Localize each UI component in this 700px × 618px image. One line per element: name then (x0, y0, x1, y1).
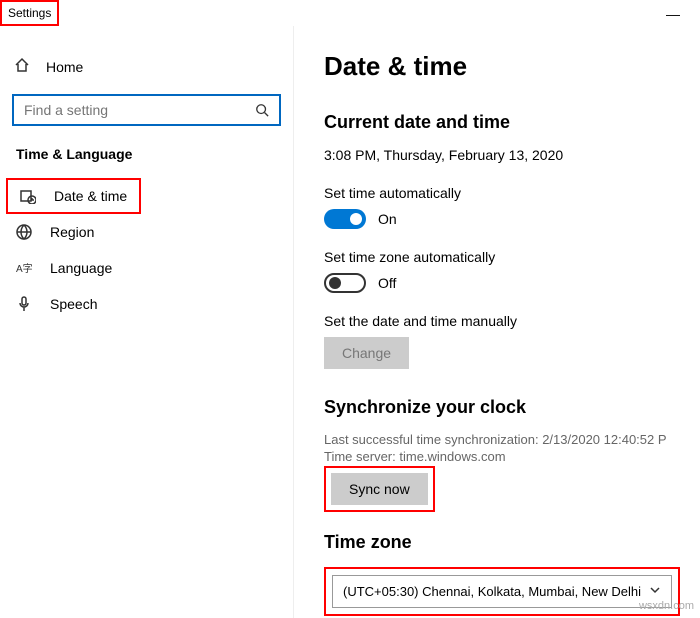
watermark: wsxdn.com (639, 600, 694, 612)
svg-text:A字: A字 (16, 262, 32, 275)
search-box[interactable] (12, 94, 281, 126)
window-title: Settings (0, 0, 59, 26)
language-icon: A字 (16, 260, 32, 276)
sidebar-item-label: Date & time (54, 188, 127, 204)
sidebar-item-label: Region (50, 224, 94, 240)
sidebar-item-date-time[interactable]: Date & time (6, 178, 141, 214)
main-panel: Date & time Current date and time 3:08 P… (293, 26, 700, 618)
auto-time-label: Set time automatically (324, 185, 680, 201)
home-icon (14, 57, 30, 76)
sidebar: Home Time & Language Date & time Region … (0, 26, 293, 618)
sidebar-item-region[interactable]: Region (10, 214, 283, 250)
auto-time-toggle[interactable] (324, 209, 366, 229)
section-current: Current date and time (324, 112, 680, 133)
sync-server: Time server: time.windows.com (324, 449, 680, 464)
auto-tz-state: Off (378, 275, 396, 291)
change-button[interactable]: Change (324, 337, 409, 369)
timezone-select[interactable]: (UTC+05:30) Chennai, Kolkata, Mumbai, Ne… (332, 575, 672, 608)
sync-now-button[interactable]: Sync now (331, 473, 428, 505)
page-title: Date & time (324, 51, 680, 82)
auto-tz-toggle[interactable] (324, 273, 366, 293)
timezone-value: (UTC+05:30) Chennai, Kolkata, Mumbai, Ne… (343, 584, 641, 599)
current-datetime: 3:08 PM, Thursday, February 13, 2020 (324, 147, 680, 163)
search-input[interactable] (24, 102, 255, 118)
auto-time-state: On (378, 211, 397, 227)
chevron-down-icon (649, 584, 661, 599)
tz-heading: Time zone (324, 532, 680, 553)
manual-label: Set the date and time manually (324, 313, 680, 329)
category-title: Time & Language (16, 146, 283, 162)
sidebar-home[interactable]: Home (10, 51, 283, 94)
sidebar-item-speech[interactable]: Speech (10, 286, 283, 322)
minimize-button[interactable]: — (666, 6, 680, 22)
sync-last: Last successful time synchronization: 2/… (324, 432, 680, 447)
microphone-icon (16, 296, 32, 312)
sidebar-item-label: Speech (50, 296, 97, 312)
auto-tz-label: Set time zone automatically (324, 249, 680, 265)
sidebar-item-label: Language (50, 260, 112, 276)
sidebar-item-language[interactable]: A字 Language (10, 250, 283, 286)
home-label: Home (46, 59, 83, 75)
search-icon (255, 103, 269, 117)
calendar-clock-icon (20, 188, 36, 204)
globe-icon (16, 224, 32, 240)
sync-heading: Synchronize your clock (324, 397, 680, 418)
